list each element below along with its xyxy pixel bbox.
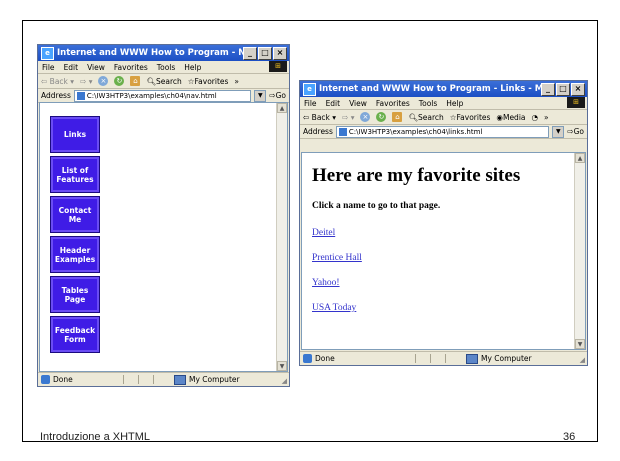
nav-window-title: Internet and WWW How to Program - Naviga… [57, 48, 243, 58]
toolbar-overflow-icon[interactable]: » [544, 113, 549, 122]
link-deitel[interactable]: Deitel [312, 228, 335, 238]
links-page-content: Here are my favorite sites Click a name … [301, 152, 586, 350]
windows-logo-icon: ⊞ [269, 61, 287, 72]
menu-view[interactable]: View [349, 99, 367, 108]
forward-button[interactable]: ⇨ ▾ [342, 113, 354, 122]
menu-help[interactable]: Help [184, 63, 201, 72]
page-done-icon [303, 354, 312, 363]
menu-edit[interactable]: Edit [64, 63, 79, 72]
media-button[interactable]: ◉Media [496, 113, 525, 122]
forward-button[interactable]: ⇨ ▾ [80, 77, 92, 86]
page-done-icon [41, 375, 50, 384]
slide-footer-title: Introduzione a XHTML [40, 431, 151, 443]
links-title-bar[interactable]: e Internet and WWW How to Program - Link… [300, 81, 587, 97]
status-text: Done [53, 375, 73, 384]
menu-favorites[interactable]: Favorites [114, 63, 148, 72]
toolbar-overflow-icon[interactable]: » [234, 77, 239, 86]
favorites-button[interactable]: ☆Favorites [188, 77, 229, 86]
search-button[interactable]: 🔍︎Search [408, 113, 443, 122]
search-button[interactable]: 🔍︎Search [146, 77, 181, 86]
refresh-icon[interactable]: ↻ [114, 76, 125, 86]
menu-view[interactable]: View [87, 63, 105, 72]
nav-button-feedback[interactable]: Feedback Form [50, 316, 100, 353]
links-menu-bar: File Edit View Favorites Tools Help ⊞ [300, 97, 587, 110]
page-heading: Here are my favorite sites [312, 165, 521, 186]
menu-edit[interactable]: Edit [326, 99, 341, 108]
vertical-scrollbar[interactable]: ▲ ▼ [276, 103, 287, 371]
stop-icon[interactable]: × [98, 76, 109, 86]
status-text: Done [315, 354, 335, 363]
links-address-bar: Address C:\IW3HTP3\examples\ch04\links.h… [300, 125, 587, 139]
page-icon [76, 91, 85, 100]
back-button[interactable]: ⇦ Back ▾ [41, 77, 74, 86]
nav-status-bar: Done My Computer ◢ [38, 372, 289, 386]
page-icon [338, 127, 347, 136]
nav-address-bar: Address C:\IW3HTP3\examples\ch04\nav.htm… [38, 89, 289, 103]
scroll-down-icon[interactable]: ▼ [575, 339, 585, 349]
close-button[interactable]: × [571, 82, 585, 96]
history-icon[interactable]: ◔ [532, 113, 539, 122]
minimize-button[interactable]: _ [243, 46, 257, 60]
scroll-down-icon[interactable]: ▼ [277, 361, 287, 371]
computer-icon [174, 374, 186, 385]
back-button[interactable]: ⇦ Back ▾ [303, 113, 336, 122]
menu-file[interactable]: File [42, 63, 55, 72]
page-subheading: Click a name to go to that page. [312, 201, 441, 211]
nav-button-contact[interactable]: Contact Me [50, 196, 100, 233]
link-usa-today[interactable]: USA Today [312, 303, 356, 313]
go-button[interactable]: ⇨Go [269, 91, 289, 100]
security-zone: My Computer [466, 353, 532, 364]
close-button[interactable]: × [273, 46, 287, 60]
links-status-bar: Done My Computer ◢ [300, 351, 587, 365]
link-prentice-hall[interactable]: Prentice Hall [312, 253, 362, 263]
ie-icon: e [41, 46, 54, 60]
nav-button-header-examples[interactable]: Header Examples [50, 236, 100, 273]
address-dropdown-icon[interactable]: ▼ [254, 89, 267, 102]
home-icon[interactable]: ⌂ [392, 112, 403, 122]
resize-grip-icon[interactable]: ◢ [580, 356, 585, 364]
links-toolbar: ⇦ Back ▾ ⇨ ▾ × ↻ ⌂ 🔍︎Search ☆Favorites ◉… [300, 110, 587, 125]
nav-page-content: Links List of Features Contact Me Header Ex… [39, 102, 288, 372]
link-yahoo[interactable]: Yahoo! [312, 278, 340, 288]
address-label: Address [41, 91, 71, 100]
minimize-button[interactable]: _ [541, 82, 555, 96]
home-icon[interactable]: ⌂ [130, 76, 141, 86]
menu-favorites[interactable]: Favorites [376, 99, 410, 108]
address-input[interactable]: C:\IW3HTP3\examples\ch04\nav.html [73, 89, 252, 102]
nav-button-features[interactable]: List of Features [50, 156, 100, 193]
menu-help[interactable]: Help [446, 99, 463, 108]
address-dropdown-icon[interactable]: ▼ [552, 125, 565, 138]
vertical-scrollbar[interactable]: ▲ ▼ [574, 153, 585, 349]
refresh-icon[interactable]: ↻ [376, 112, 387, 122]
resize-grip-icon[interactable]: ◢ [282, 377, 287, 385]
nav-title-bar[interactable]: e Internet and WWW How to Program - Navi… [38, 45, 289, 61]
ie-icon: e [303, 82, 316, 96]
nav-button-links[interactable]: Links [50, 116, 100, 153]
nav-menu-bar: File Edit View Favorites Tools Help ⊞ [38, 61, 289, 74]
menu-file[interactable]: File [304, 99, 317, 108]
stop-icon[interactable]: × [360, 112, 371, 122]
address-input[interactable]: C:\IW3HTP3\examples\ch04\links.html [335, 125, 550, 138]
computer-icon [466, 353, 478, 364]
maximize-button[interactable]: □ [556, 82, 570, 96]
links-browser-window: e Internet and WWW How to Program - Link… [299, 80, 588, 366]
go-button[interactable]: ⇨Go [567, 127, 587, 136]
slide-page-number: 36 [563, 431, 576, 443]
links-window-title: Internet and WWW How to Program - Links … [319, 84, 541, 94]
nav-browser-window: e Internet and WWW How to Program - Navi… [37, 44, 290, 387]
nav-button-tables[interactable]: Tables Page [50, 276, 100, 313]
nav-toolbar: ⇦ Back ▾ ⇨ ▾ × ↻ ⌂ 🔍︎Search ☆Favorites » [38, 74, 289, 89]
security-zone: My Computer [174, 374, 240, 385]
menu-tools[interactable]: Tools [419, 99, 437, 108]
menu-tools[interactable]: Tools [157, 63, 175, 72]
scroll-up-icon[interactable]: ▲ [575, 153, 585, 163]
address-label: Address [303, 127, 333, 136]
favorites-button[interactable]: ☆Favorites [450, 113, 491, 122]
windows-logo-icon: ⊞ [567, 97, 585, 108]
maximize-button[interactable]: □ [258, 46, 272, 60]
scroll-up-icon[interactable]: ▲ [277, 103, 287, 113]
